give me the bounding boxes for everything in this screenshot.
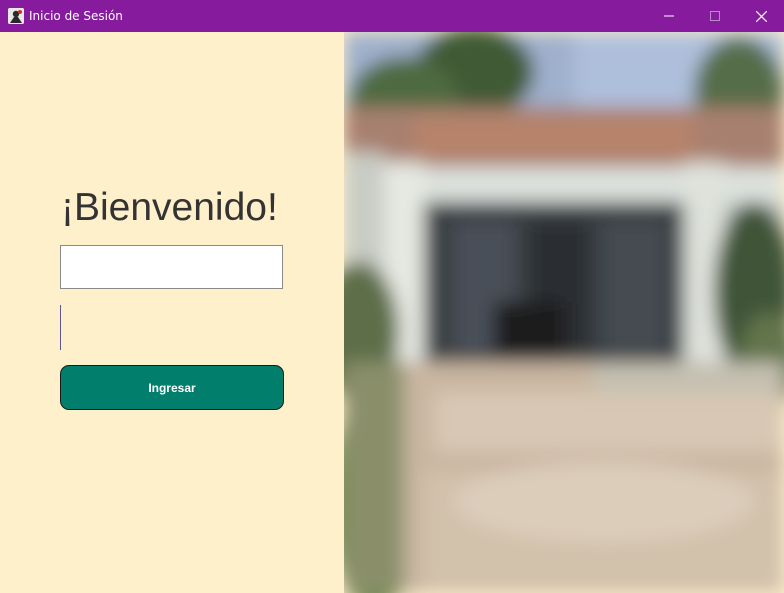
close-icon bbox=[755, 10, 767, 22]
welcome-heading: ¡Bienvenido! bbox=[61, 186, 278, 229]
java-app-icon bbox=[8, 8, 24, 24]
password-input[interactable] bbox=[60, 305, 283, 350]
title-bar: Inicio de Sesión bbox=[0, 0, 784, 32]
close-button[interactable] bbox=[738, 0, 784, 32]
minimize-icon bbox=[664, 15, 674, 17]
maximize-button[interactable] bbox=[692, 0, 738, 32]
username-input[interactable] bbox=[60, 245, 283, 289]
minimize-button[interactable] bbox=[646, 0, 692, 32]
maximize-icon bbox=[710, 11, 720, 21]
blurred-building-photo bbox=[344, 32, 784, 593]
building-photo bbox=[344, 32, 784, 593]
login-button[interactable]: Ingresar bbox=[60, 365, 284, 410]
window-title: Inicio de Sesión bbox=[29, 9, 123, 23]
